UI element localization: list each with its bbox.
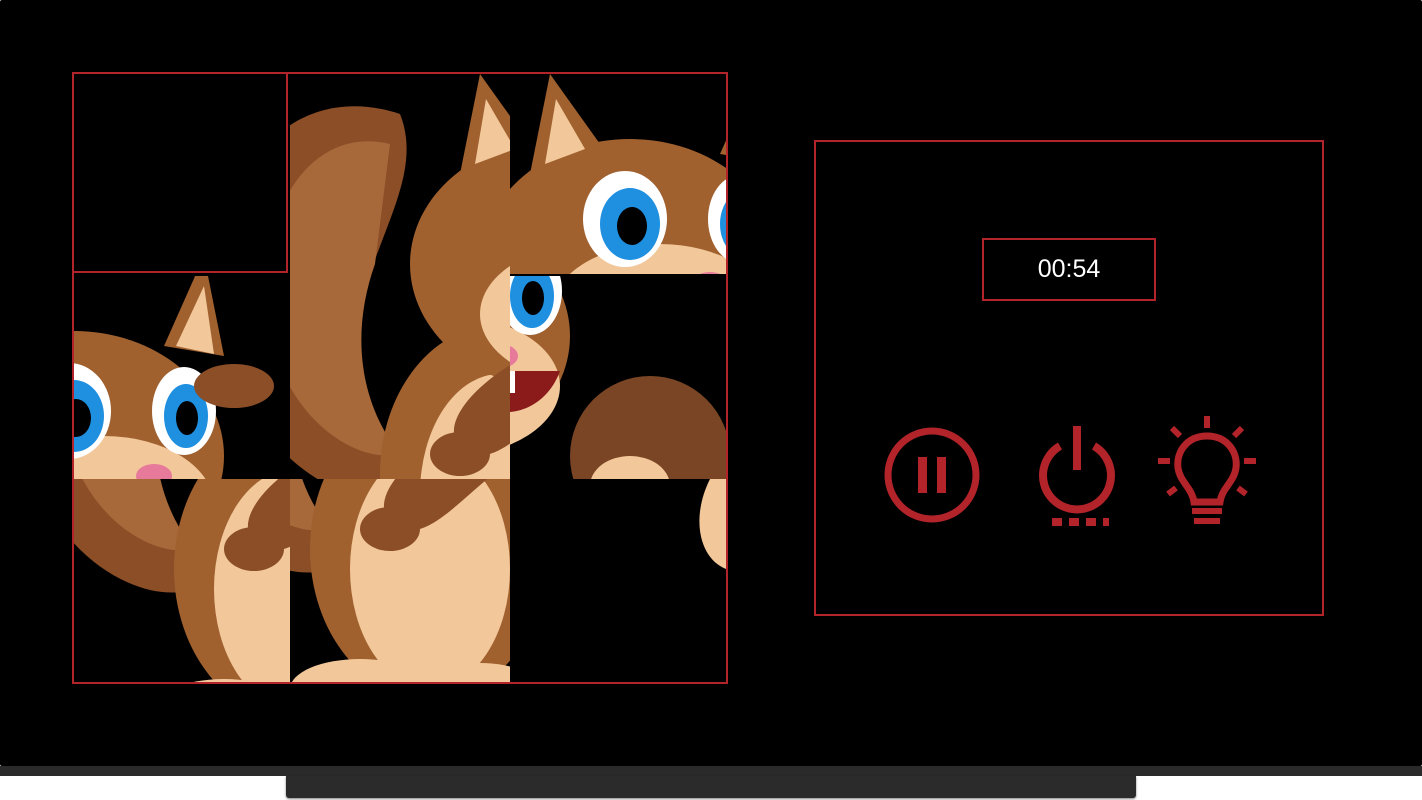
puzzle-tile[interactable] (290, 74, 510, 479)
puzzle-board (72, 72, 728, 684)
puzzle-tile[interactable] (74, 479, 290, 682)
puzzle-tile[interactable] (74, 276, 290, 479)
game-screen: 00:54 (0, 0, 1422, 766)
hint-button[interactable] (1154, 414, 1260, 526)
tv-frame: 00:54 (0, 0, 1422, 800)
control-panel: 00:54 (814, 140, 1324, 616)
empty-slot[interactable] (74, 74, 288, 273)
timer-display: 00:54 (982, 238, 1156, 301)
pause-button[interactable] (882, 425, 982, 525)
lightbulb-icon (1158, 416, 1256, 524)
puzzle-tile[interactable] (510, 479, 726, 682)
tv-stand (286, 776, 1136, 798)
power-button[interactable] (1032, 422, 1122, 532)
pause-circle-icon (884, 427, 980, 523)
tv-bezel (0, 766, 1422, 776)
puzzle-tile[interactable] (510, 74, 726, 274)
puzzle-tile[interactable] (510, 276, 726, 479)
power-icon (1039, 426, 1115, 526)
puzzle-tile[interactable] (290, 479, 510, 682)
timer-value: 00:54 (1037, 255, 1101, 283)
